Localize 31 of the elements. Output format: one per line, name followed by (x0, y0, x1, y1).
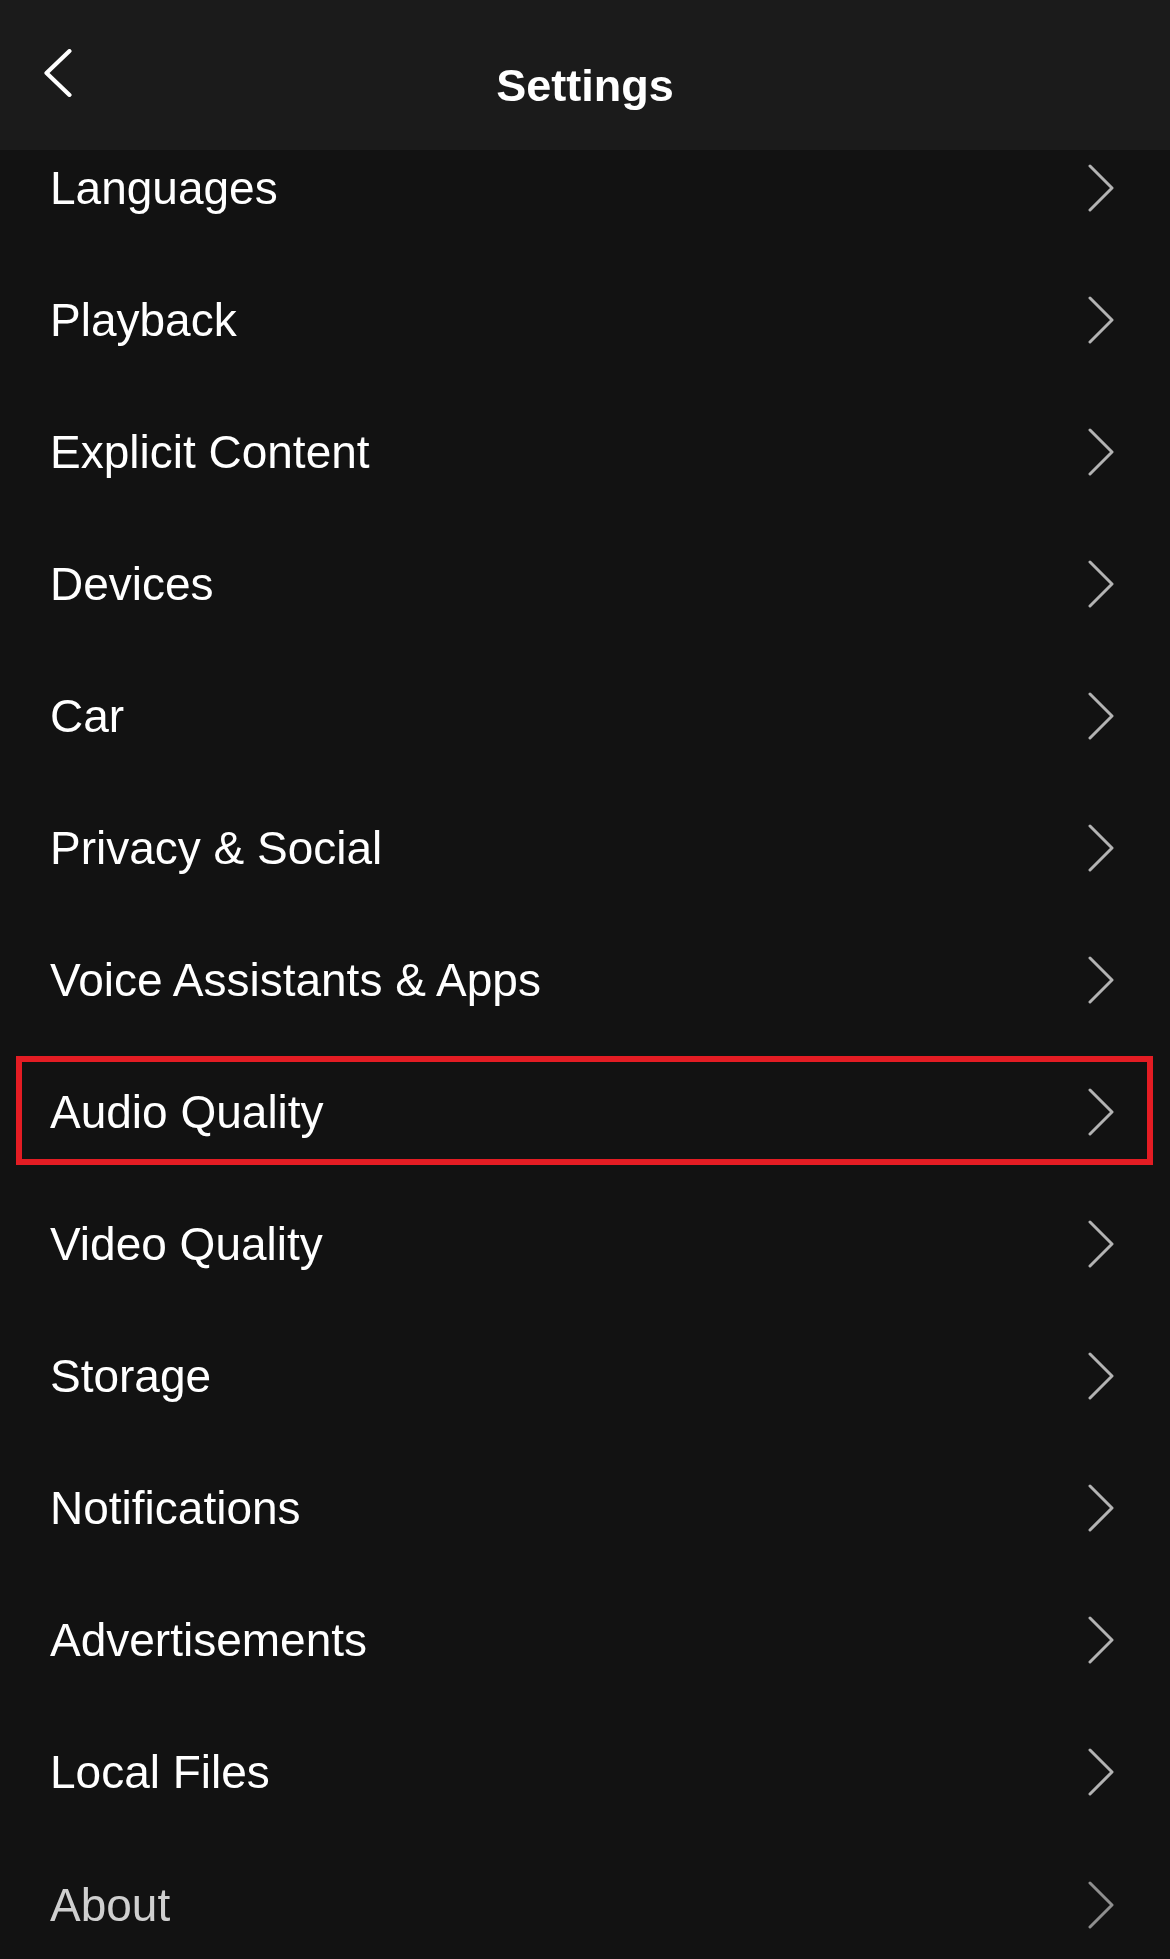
settings-item[interactable]: Privacy & Social (0, 782, 1170, 914)
chevron-right-icon (1088, 1220, 1114, 1268)
chevron-right-icon (1088, 692, 1114, 740)
settings-item[interactable]: Car (0, 650, 1170, 782)
settings-item[interactable]: Advertisements (0, 1574, 1170, 1706)
page-title: Settings (496, 59, 674, 113)
chevron-right-icon (1088, 1484, 1114, 1532)
chevron-right-icon (1088, 1748, 1114, 1796)
settings-item[interactable]: Storage (0, 1310, 1170, 1442)
back-button[interactable] (42, 48, 74, 98)
chevron-right-icon (1088, 824, 1114, 872)
settings-item[interactable]: Explicit Content (0, 386, 1170, 518)
chevron-right-icon (1088, 1088, 1114, 1136)
chevron-right-icon (1088, 560, 1114, 608)
settings-item[interactable]: Languages (0, 150, 1170, 254)
settings-item[interactable]: About (0, 1838, 1170, 1959)
settings-item[interactable]: Voice Assistants & Apps (0, 914, 1170, 1046)
settings-item[interactable]: Local Files (0, 1706, 1170, 1838)
chevron-right-icon (1088, 428, 1114, 476)
settings-item[interactable]: Video Quality (0, 1178, 1170, 1310)
chevron-left-icon (43, 49, 73, 97)
settings-item[interactable]: Devices (0, 518, 1170, 650)
chevron-right-icon (1088, 1352, 1114, 1400)
settings-item[interactable]: Playback (0, 254, 1170, 386)
settings-item[interactable]: Notifications (0, 1442, 1170, 1574)
chevron-right-icon (1088, 956, 1114, 1004)
chevron-right-icon (1088, 1880, 1114, 1929)
chevron-right-icon (1088, 1616, 1114, 1664)
settings-item[interactable]: Audio Quality (0, 1046, 1170, 1178)
chevron-right-icon (1088, 296, 1114, 344)
chevron-right-icon (1088, 164, 1114, 212)
